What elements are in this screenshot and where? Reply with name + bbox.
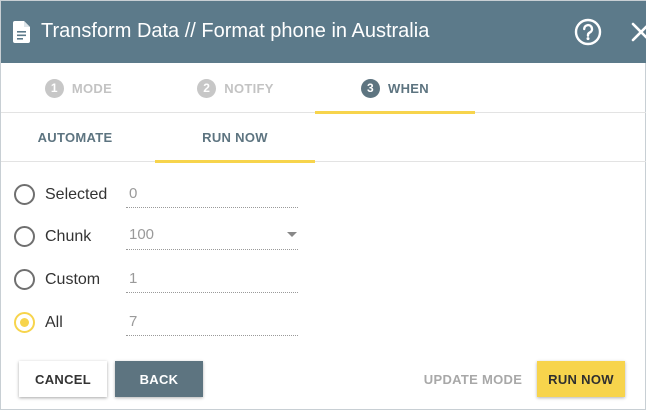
stepper: 1 MODE 2 NOTIFY 3 WHEN xyxy=(1,63,646,114)
option-selected: Selected xyxy=(1,174,321,214)
help-circle-icon[interactable] xyxy=(574,18,602,46)
custom-count-input[interactable] xyxy=(126,265,298,293)
all-label[interactable]: All xyxy=(45,313,63,333)
option-chunk: Chunk 100 xyxy=(1,216,321,256)
all-count-input[interactable] xyxy=(126,308,298,336)
selected-label[interactable]: Selected xyxy=(45,185,107,205)
close-icon[interactable] xyxy=(629,20,646,44)
tab-run-now[interactable]: RUN NOW xyxy=(155,113,315,163)
chevron-down-icon xyxy=(287,232,297,237)
option-all: All xyxy=(1,302,321,342)
step-mode[interactable]: 1 MODE xyxy=(1,63,156,113)
subtabs: AUTOMATE RUN NOW xyxy=(1,113,646,163)
step-when[interactable]: 3 WHEN xyxy=(315,63,475,114)
selected-count-input[interactable] xyxy=(126,180,298,208)
transform-data-dialog: Transform Data // Format phone in Austra… xyxy=(0,0,646,410)
dialog-header: Transform Data // Format phone in Austra… xyxy=(1,1,646,63)
custom-radio[interactable] xyxy=(14,269,35,290)
chunk-size-select[interactable]: 100 xyxy=(126,222,298,250)
option-custom: Custom xyxy=(1,259,321,299)
step-number: 1 xyxy=(44,78,64,98)
chunk-radio[interactable] xyxy=(14,226,35,247)
tab-automate[interactable]: AUTOMATE xyxy=(1,113,149,162)
step-label: MODE xyxy=(71,80,113,96)
update-mode-button[interactable]: UPDATE MODE xyxy=(415,361,531,397)
cancel-button[interactable]: CANCEL xyxy=(19,361,107,397)
custom-label[interactable]: Custom xyxy=(45,270,100,290)
run-now-button[interactable]: RUN NOW xyxy=(537,361,625,397)
all-radio[interactable] xyxy=(14,312,35,333)
step-number: 3 xyxy=(361,78,381,98)
back-button[interactable]: BACK xyxy=(115,361,203,397)
step-notify[interactable]: 2 NOTIFY xyxy=(156,63,315,113)
step-label: WHEN xyxy=(388,80,429,96)
chunk-label[interactable]: Chunk xyxy=(45,227,91,247)
step-label: NOTIFY xyxy=(224,80,274,96)
chunk-size-value: 100 xyxy=(129,226,155,243)
selected-radio[interactable] xyxy=(14,184,35,205)
document-icon xyxy=(13,21,30,43)
dialog-title: Transform Data // Format phone in Austra… xyxy=(41,20,430,42)
step-number: 2 xyxy=(197,78,217,98)
